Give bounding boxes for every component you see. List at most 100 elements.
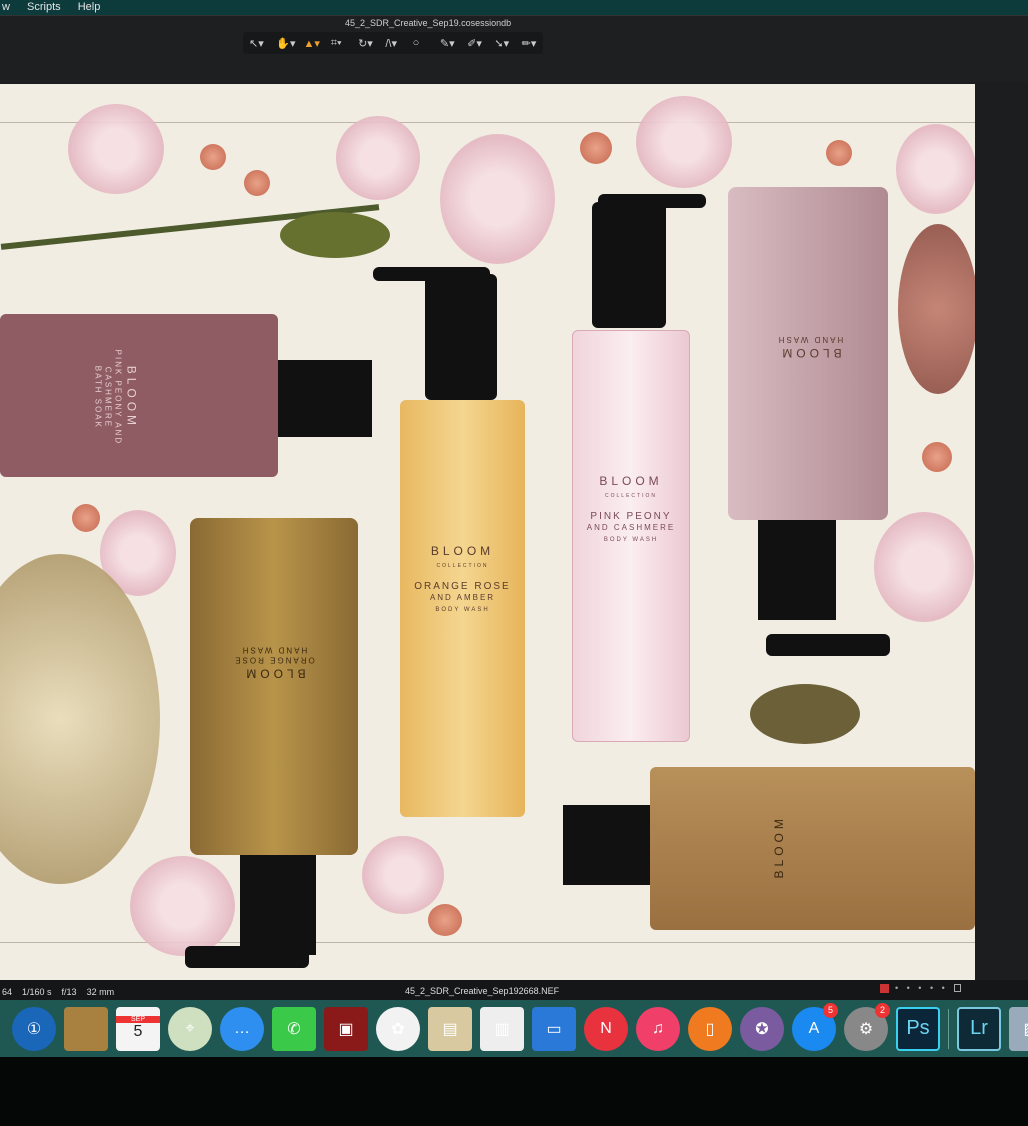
small-flower: [922, 442, 952, 472]
app-icon-glyph: A: [808, 1019, 820, 1037]
hydrangea-flower: [874, 512, 974, 622]
brand-label: BLOOM: [772, 815, 787, 879]
brand-label: BLOOM: [778, 345, 842, 360]
annotate-icon[interactable]: ✏▾: [522, 37, 543, 50]
app-icon-glyph: ▥: [494, 1020, 510, 1038]
notification-badge: 5: [823, 1002, 838, 1018]
dock: ①SEP5⌖…✆▣✿▤▥▭N♫▯✪A5⚙2PsLr▨: [0, 1000, 1028, 1057]
app-icon-glyph: ▨: [1023, 1019, 1028, 1039]
small-flower: [200, 144, 226, 170]
brand-label: BLOOM: [430, 544, 495, 558]
pump-nozzle: [185, 946, 309, 968]
dock-app-music[interactable]: ♫: [636, 1006, 680, 1051]
dock-app-messages[interactable]: …: [220, 1006, 264, 1051]
pump-nozzle: [766, 634, 890, 656]
dock-app-maps[interactable]: ⌖: [168, 1006, 212, 1051]
app-icon-glyph: ▯: [705, 1020, 715, 1038]
product-type: HAND WASH: [776, 335, 844, 345]
dock-app-app-store[interactable]: A5: [792, 1002, 838, 1051]
orange-hand-wash-tube: [190, 518, 358, 855]
product-name-2: AND AMBER: [429, 593, 496, 603]
keystone-icon[interactable]: /\▾: [385, 37, 406, 50]
bottle-cap: [278, 360, 372, 437]
dock-app-books[interactable]: ▯: [688, 1006, 732, 1051]
product-name: PINK PEONY: [113, 349, 123, 419]
dock-app-news[interactable]: N: [584, 1006, 628, 1051]
app-icon-glyph: ♫: [652, 1019, 664, 1037]
exif-info: 64 1/160 s f/13 32 mm: [2, 987, 114, 997]
bottle-cap: [563, 805, 650, 885]
orange-bath-soak-bottle: [650, 767, 975, 930]
grid-icon[interactable]: [953, 984, 961, 992]
menu-view[interactable]: w: [2, 1, 10, 13]
app-icon-glyph: ▣: [338, 1020, 354, 1038]
small-flower: [580, 132, 612, 164]
app-icon-glyph: ✪: [755, 1020, 769, 1038]
product-type: BATH SOAK: [93, 365, 103, 429]
dock-app-numbers[interactable]: ▥: [480, 1006, 524, 1051]
focal-length-value: 32 mm: [86, 987, 115, 997]
dock-app-preview[interactable]: ▤: [428, 1006, 472, 1051]
calendar-month: SEP: [116, 1016, 160, 1023]
aperture-value: f/13: [61, 987, 77, 997]
dock-app-1password[interactable]: ①: [12, 1006, 56, 1051]
brand-label: BLOOM: [599, 474, 663, 488]
rotate-icon[interactable]: ↻▾: [358, 37, 379, 50]
select-icon[interactable]: ↖▾: [249, 37, 270, 50]
hydrangea-flower: [336, 116, 420, 200]
image-filename: 45_2_SDR_Creative_Sep192668.NEF: [405, 986, 560, 996]
app-icon-glyph: ✆: [287, 1020, 301, 1038]
pump-cap: [240, 855, 316, 955]
product-type: HAND WASH: [240, 645, 308, 655]
image-viewer: BLOOM PINK PEONY AND CASHMERE BATH SOAK …: [0, 82, 1028, 980]
brush-icon[interactable]: ✎▾: [440, 37, 461, 50]
app-icon-glyph: ▤: [442, 1020, 458, 1038]
collection-label: COLLECTION: [436, 562, 489, 569]
dots-icon: • • • • •: [895, 983, 948, 993]
dock-app-image-capture[interactable]: ▨: [1009, 1006, 1028, 1051]
app-icon-glyph: ①: [26, 1020, 42, 1038]
session-title: 45_2_SDR_Creative_Sep19.cosessiondb: [345, 18, 512, 28]
brand-label: BLOOM: [124, 365, 139, 430]
dock-app-photos[interactable]: ✿: [376, 1006, 420, 1051]
image-navigation[interactable]: • • • • •: [880, 983, 961, 993]
dock-app-system-preferences[interactable]: ⚙ 2: [844, 1002, 890, 1051]
picker-icon[interactable]: ➘▾: [494, 37, 515, 50]
dock-app-lightroom[interactable]: Lr: [957, 1006, 1001, 1051]
iso-value: 64: [2, 987, 13, 997]
status-bar: 64 1/160 s f/13 32 mm 45_2_SDR_Creative_…: [0, 980, 1028, 1000]
small-flower: [826, 140, 852, 166]
hand-icon[interactable]: ✋▾: [276, 37, 297, 50]
menu-scripts[interactable]: Scripts: [27, 1, 61, 13]
dock-app-keynote[interactable]: ▭: [532, 1006, 576, 1051]
spot-icon[interactable]: ○: [413, 37, 434, 49]
hydrangea-flower: [440, 134, 555, 264]
tool-bar: ↖▾ ✋▾ ▲▾ ⌗▾ ↻▾ /\▾ ○ ✎▾ ✐▾ ➘▾ ✏▾: [243, 32, 543, 54]
brand-label: BLOOM: [242, 666, 306, 681]
toolbar: 45_2_SDR_Creative_Sep19.cosessiondb ↖▾ ✋▾…: [0, 15, 1028, 82]
dock-app-calendar[interactable]: SEP 5: [116, 1006, 160, 1051]
dock-app-imovie[interactable]: ✪: [740, 1006, 784, 1051]
app-icon-glyph: 5: [133, 1023, 143, 1040]
product-name: ORANGE ROSE: [233, 655, 315, 665]
notification-badge: 2: [875, 1002, 890, 1018]
rose-bud: [750, 684, 860, 744]
crop-icon[interactable]: ⌗▾: [331, 37, 352, 50]
dock-app-photo-booth[interactable]: ▣: [324, 1006, 368, 1051]
camera-icon[interactable]: ▲▾: [304, 37, 325, 50]
photo-preview[interactable]: BLOOM PINK PEONY AND CASHMERE BATH SOAK …: [0, 84, 975, 980]
small-flower: [428, 904, 462, 936]
shutter-value: 1/160 s: [22, 987, 52, 997]
hydrangea-flower: [130, 856, 235, 956]
menu-help[interactable]: Help: [78, 1, 101, 13]
dock-app-contacts[interactable]: [64, 1006, 108, 1051]
color-tag-icon[interactable]: [880, 983, 889, 993]
app-icon-glyph: ⌖: [185, 1019, 195, 1037]
bath-soak-bottle: [0, 314, 278, 477]
dock-app-photoshop[interactable]: Ps: [896, 1006, 940, 1051]
hydrangea-flower: [362, 836, 444, 914]
dock-app-facetime[interactable]: ✆: [272, 1006, 316, 1051]
pump-head: [425, 274, 497, 400]
pen-icon[interactable]: ✐▾: [467, 37, 488, 50]
app-icon-glyph: N: [600, 1019, 612, 1037]
